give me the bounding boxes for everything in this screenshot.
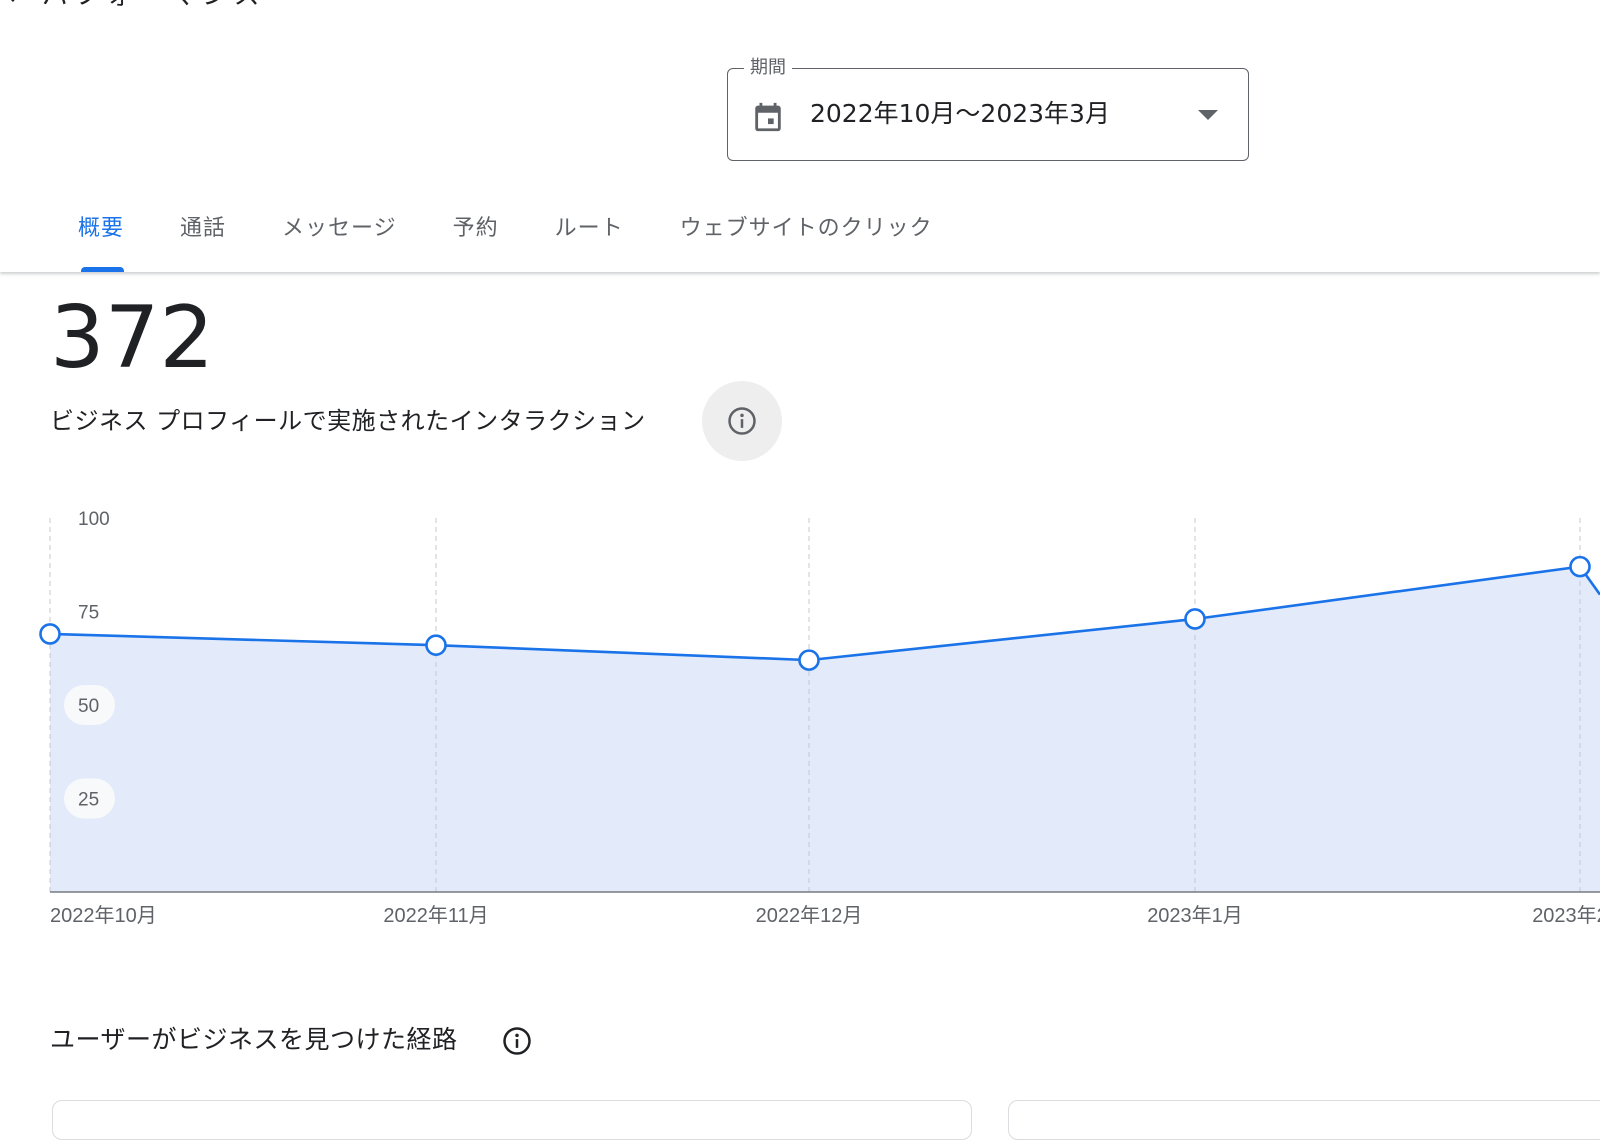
area-fill: [50, 566, 1600, 892]
data-point: [1569, 555, 1591, 578]
header-row: パフォーマンス: [0, 0, 265, 11]
interaction-count: 372: [50, 288, 215, 388]
interactions-chart: 25 50 75 100 2022年10月 2022年11月 2022年12月 2023年1月…: [39, 509, 1600, 927]
tab-label: ウェブサイトのクリック: [679, 216, 933, 241]
period-selector[interactable]: 期間 2022年10月〜2023年3月: [727, 57, 1249, 161]
info-icon[interactable]: [502, 1026, 532, 1056]
tab-website-clicks[interactable]: ウェブサイトのクリック: [652, 206, 961, 272]
tab-label: 通話: [180, 216, 227, 241]
x-tick-label: 2023年1月: [1147, 904, 1243, 927]
calendar-icon: [755, 102, 781, 132]
y-tick-label: 100: [78, 509, 110, 530]
tab-calls[interactable]: 通話: [152, 206, 254, 272]
data-point: [1184, 608, 1206, 630]
info-icon: [728, 407, 756, 435]
x-tick-label: 2022年11月: [383, 904, 488, 927]
interaction-description: ビジネス プロフィールで実施されたインタラクション: [50, 407, 646, 435]
x-tick-label: 2022年10月: [50, 904, 157, 927]
tab-bookings[interactable]: 予約: [425, 206, 527, 272]
y-tick-label: 75: [78, 603, 99, 624]
period-label: 期間: [744, 57, 792, 79]
data-point: [798, 649, 820, 671]
tab-label: 概要: [78, 216, 125, 241]
period-value: 2022年10月〜2023年3月: [810, 99, 1110, 128]
tab-label: ルート: [554, 216, 624, 241]
x-tick-label: 2023年2月: [1532, 904, 1600, 927]
discovery-card: [1008, 1100, 1600, 1140]
arrow-back-icon[interactable]: [0, 0, 22, 4]
y-tick-label: 50: [78, 696, 99, 717]
tab-label: 予約: [452, 216, 499, 241]
top-bar: パフォーマンス 期間 2022年10月〜2023年3月 概要 通話 メッセージ …: [0, 0, 1600, 272]
tab-directions[interactable]: ルート: [527, 206, 652, 272]
dropdown-caret-icon[interactable]: [1198, 110, 1218, 120]
section-title: ユーザーがビジネスを見つけた経路: [50, 1025, 458, 1054]
tab-overview[interactable]: 概要: [50, 206, 152, 272]
y-tick-label: 25: [78, 790, 99, 811]
data-point: [425, 634, 447, 656]
x-tick-label: 2022年12月: [756, 904, 863, 927]
discovery-card: [52, 1100, 972, 1140]
info-button[interactable]: [702, 381, 782, 461]
data-point: [39, 623, 61, 645]
page-title: パフォーマンス: [42, 0, 265, 12]
tab-bar: 概要 通話 メッセージ 予約 ルート ウェブサイトのクリック: [50, 206, 961, 272]
tab-messages[interactable]: メッセージ: [254, 206, 425, 272]
tab-label: メッセージ: [282, 216, 397, 241]
active-tab-indicator: [81, 267, 124, 272]
